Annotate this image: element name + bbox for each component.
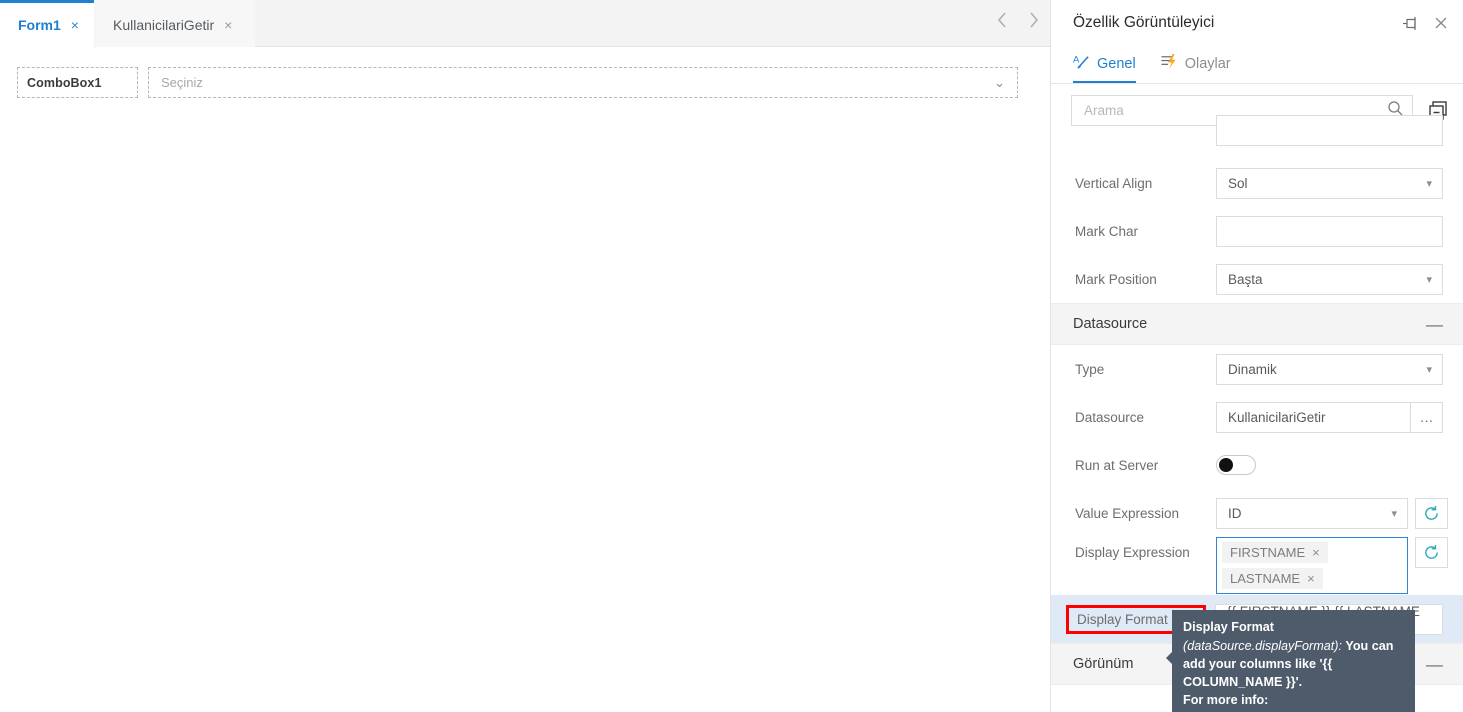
run-at-server-toggle[interactable] <box>1216 455 1256 475</box>
chip-firstname[interactable]: FIRSTNAME × <box>1222 542 1328 563</box>
property-row-display-expression: Display Expression FIRSTNAME × LASTNAME … <box>1051 537 1463 595</box>
property-row-type: Type Dinamik ▾ <box>1051 345 1463 393</box>
pin-icon[interactable] <box>1402 15 1419 32</box>
document-tab-bar: Form1 × KullanicilariGetir × <box>0 0 1050 47</box>
lightning-bolt-icon <box>1160 53 1178 74</box>
type-label: Type <box>1075 361 1105 377</box>
type-value: Dinamik <box>1228 361 1277 377</box>
section-header-datasource[interactable]: Datasource — <box>1051 303 1463 345</box>
datasource-control-group: KullanicilariGetir … <box>1216 401 1443 433</box>
tab-form1-label: Form1 <box>18 17 61 33</box>
mark-char-label: Mark Char <box>1075 223 1139 239</box>
mark-position-value: Başta <box>1228 271 1263 287</box>
display-expression-multiselect[interactable]: FIRSTNAME × LASTNAME × <box>1216 537 1408 594</box>
tooltip-property-key: (dataSource.displayFormat): <box>1183 639 1342 653</box>
collapse-minus-icon[interactable]: — <box>1426 656 1443 673</box>
property-row-run-at-server: Run at Server <box>1051 441 1463 489</box>
designer-area: Form1 × KullanicilariGetir × ComboBox1 S… <box>0 0 1050 712</box>
svg-text:A: A <box>1073 54 1080 65</box>
chip-remove-icon[interactable]: × <box>1307 571 1315 586</box>
tab-olaylar[interactable]: Olaylar <box>1160 53 1231 83</box>
tab-genel[interactable]: A Genel <box>1073 53 1136 83</box>
combobox-placeholder: Seçiniz <box>161 75 203 90</box>
tooltip-title: Display Format <box>1183 620 1274 634</box>
mark-position-select[interactable]: Başta ▾ <box>1216 263 1443 295</box>
mark-char-input[interactable] <box>1216 215 1443 247</box>
display-expression-refresh-button[interactable] <box>1415 537 1448 568</box>
vertical-align-value: Sol <box>1228 175 1248 191</box>
tab-navigation <box>996 10 1040 30</box>
chevron-left-icon[interactable] <box>996 10 1009 30</box>
property-row-datasource: Datasource KullanicilariGetir … <box>1051 393 1463 441</box>
combobox-label[interactable]: ComboBox1 <box>17 67 138 98</box>
combobox-control[interactable]: Seçiniz ⌄ <box>148 67 1018 98</box>
text-edit-icon: A <box>1073 53 1090 74</box>
panel-title: Özellik Görüntüleyici <box>1073 14 1215 31</box>
panel-tab-bar: A Genel Olaylar <box>1051 46 1463 84</box>
chevron-right-icon[interactable] <box>1027 10 1040 30</box>
property-list: Vertical Align Sol ▾ Mark Char Mark Posi… <box>1051 115 1463 685</box>
panel-header: Özellik Görüntüleyici <box>1051 0 1463 46</box>
vertical-align-label: Vertical Align <box>1075 175 1153 191</box>
display-format-tooltip: Display Format (dataSource.displayFormat… <box>1166 610 1415 712</box>
vertical-align-select[interactable]: Sol ▾ <box>1216 167 1443 199</box>
tab-genel-label: Genel <box>1097 55 1136 72</box>
type-select[interactable]: Dinamik ▾ <box>1216 353 1443 385</box>
display-expression-label: Display Expression <box>1075 545 1190 560</box>
value-expression-value: ID <box>1228 505 1242 521</box>
clipped-input[interactable] <box>1216 115 1443 146</box>
chip-lastname-label: LASTNAME <box>1230 571 1301 586</box>
property-row-mark-position: Mark Position Başta ▾ <box>1051 255 1463 303</box>
value-expression-label: Value Expression <box>1075 505 1180 521</box>
tab-form1-close-icon[interactable]: × <box>71 18 79 32</box>
datasource-browse-button[interactable]: … <box>1410 401 1443 433</box>
clipped-property-row <box>1051 115 1463 159</box>
tab-kullanicilarigetir-close-icon[interactable]: × <box>224 18 232 32</box>
chevron-down-icon: ▾ <box>1426 363 1432 376</box>
tooltip-arrow <box>1166 652 1172 664</box>
section-gorunum-title: Görünüm <box>1073 656 1134 672</box>
chip-firstname-label: FIRSTNAME <box>1230 545 1306 560</box>
section-datasource-title: Datasource <box>1073 316 1148 332</box>
value-expression-refresh-button[interactable] <box>1415 497 1448 529</box>
property-viewer-panel: Özellik Görüntüleyici A Genel Olaylar Ar… <box>1050 0 1463 712</box>
property-row-vertical-align: Vertical Align Sol ▾ <box>1051 159 1463 207</box>
tooltip-more-info-label: For more info: <box>1183 693 1269 707</box>
chip-lastname[interactable]: LASTNAME × <box>1222 568 1323 589</box>
mark-position-label: Mark Position <box>1075 271 1157 287</box>
tab-form1[interactable]: Form1 × <box>0 0 94 47</box>
property-row-value-expression: Value Expression ID ▾ <box>1051 489 1463 537</box>
form-canvas: ComboBox1 Seçiniz ⌄ <box>0 48 1050 712</box>
tab-kullanicilarigetir-label: KullanicilariGetir <box>113 17 215 33</box>
toggle-knob <box>1219 458 1233 472</box>
tab-kullanicilarigetir[interactable]: KullanicilariGetir × <box>95 0 255 47</box>
datasource-label: Datasource <box>1075 409 1145 425</box>
chevron-down-icon: ▾ <box>1391 507 1397 520</box>
tooltip-description: (dataSource.displayFormat): You can add … <box>1183 637 1404 691</box>
datasource-value[interactable]: KullanicilariGetir <box>1216 401 1410 433</box>
run-at-server-label: Run at Server <box>1075 457 1159 473</box>
panel-header-actions <box>1402 15 1449 32</box>
chip-remove-icon[interactable]: × <box>1312 545 1320 560</box>
close-icon[interactable] <box>1433 15 1449 31</box>
collapse-minus-icon[interactable]: — <box>1426 316 1443 333</box>
chevron-down-icon: ▾ <box>1426 177 1432 190</box>
tab-olaylar-label: Olaylar <box>1184 55 1231 72</box>
value-expression-select[interactable]: ID ▾ <box>1216 497 1408 529</box>
chevron-down-icon: ⌄ <box>994 74 1005 90</box>
property-row-mark-char: Mark Char <box>1051 207 1463 255</box>
chevron-down-icon: ▾ <box>1426 273 1432 286</box>
